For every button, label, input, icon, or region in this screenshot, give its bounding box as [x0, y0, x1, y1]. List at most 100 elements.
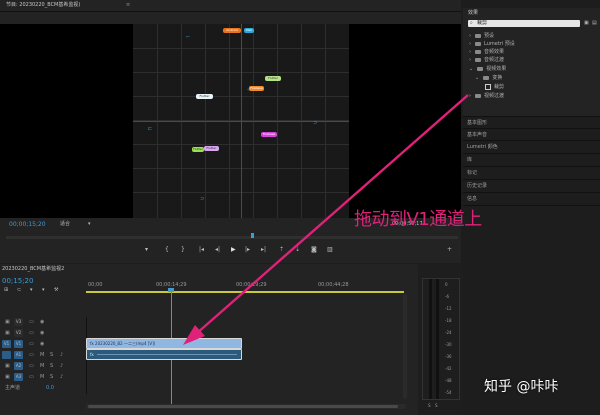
effects-item-audio-transitions[interactable]: › 音频过渡 — [469, 56, 504, 63]
step-forward-icon[interactable]: |▸ — [245, 246, 250, 253]
program-monitor-title: 节目: 20230220_BCM基希监视) — [6, 2, 81, 8]
wrench-icon[interactable]: ⚒ — [54, 287, 58, 294]
step-back-icon[interactable]: ◂| — [215, 246, 220, 253]
effects-item-audio-effects[interactable]: › 音频效果 — [469, 48, 504, 55]
timeline-vertical-scrollbar[interactable] — [403, 294, 407, 399]
meter-label: -54 — [445, 390, 452, 395]
playhead-handle[interactable] — [168, 288, 174, 292]
sync-lock-icon[interactable]: ▭ — [29, 363, 34, 370]
effects-search-input[interactable]: ⌕ 裁剪 — [468, 20, 580, 27]
panel-essential-graphics[interactable]: 基本图形 — [467, 119, 487, 126]
track-label-v3[interactable]: V3 — [14, 318, 23, 326]
work-area-bar[interactable] — [86, 291, 404, 293]
scrub-bar[interactable] — [6, 236, 458, 239]
compare-icon[interactable]: ▥ — [327, 246, 333, 253]
eye-icon[interactable]: ◉ — [40, 341, 44, 348]
panel-lumetri-color[interactable]: Lumetri 颜色 — [467, 143, 498, 150]
marker-add-icon[interactable]: ▾ — [42, 287, 45, 294]
audio-meter: 0 -6 -12 -18 -24 -30 -36 -42 -48 -54 S S — [418, 264, 463, 415]
track-label-a1[interactable]: A1 — [14, 351, 23, 359]
track-label-a3[interactable]: A3 — [14, 373, 23, 381]
nest-icon[interactable]: ⊞ — [4, 287, 8, 294]
mark-in-icon[interactable]: ▾ — [145, 246, 148, 253]
sync-lock-icon[interactable]: ▭ — [29, 319, 34, 326]
mute-button[interactable]: M — [40, 363, 44, 370]
panel-libraries[interactable]: 库 — [467, 156, 472, 163]
playhead[interactable] — [251, 233, 254, 238]
timeline-timecode[interactable]: 00;15;20 — [2, 277, 33, 285]
tag-flutter: Flutter — [265, 76, 281, 81]
effects-item-video-effects[interactable]: ⌄ 视频效果 — [469, 65, 506, 72]
program-timecode[interactable]: 00;00;15;20 — [9, 221, 46, 228]
add-button[interactable]: + — [447, 246, 452, 253]
master-value[interactable]: 0.0 — [46, 385, 54, 392]
solo-right-button[interactable]: S — [435, 402, 438, 409]
linked-selection-icon[interactable]: ▾ — [30, 287, 33, 294]
mic-icon[interactable]: ♪ — [60, 363, 63, 370]
effects-item-video-transitions[interactable]: › 视频过渡 — [469, 92, 504, 99]
track-header-master: 主声道 0.0 — [0, 383, 86, 394]
effects-panel: 效果 ⌕ 裁剪 ▣ ▤ › 预设 › Lumetri 预设 › 音频效果 › 音频过渡 … — [463, 8, 600, 116]
camera-icon[interactable]: ◙ — [311, 246, 317, 253]
ruler-tick: 00;00 — [88, 282, 103, 288]
solo-button[interactable]: S — [50, 374, 53, 381]
sync-lock-icon[interactable]: ▭ — [29, 374, 34, 381]
panel-info[interactable]: 信息 — [467, 195, 477, 202]
panel-essential-sound[interactable]: 基本声音 — [467, 131, 487, 138]
panel-markers[interactable]: 标记 — [467, 169, 477, 176]
chevron-down-icon[interactable]: ▾ — [88, 221, 91, 228]
sync-lock-icon[interactable]: ▭ — [29, 352, 34, 359]
eye-icon[interactable]: ◉ — [40, 319, 44, 326]
time-ruler[interactable]: 00;00 00;00;14;29 00;00;29;29 00;00;44;2… — [86, 280, 406, 296]
lock-icon[interactable]: ▣ — [5, 374, 10, 381]
audio-clip-label: fx — [90, 352, 94, 357]
menu-icon[interactable]: ≡ — [126, 2, 130, 9]
scrollbar-thumb[interactable] — [88, 405, 398, 408]
fit-dropdown[interactable]: 适合 — [60, 221, 70, 228]
lock-icon[interactable]: ▣ — [5, 319, 10, 326]
effects-item-lumetri-presets[interactable]: › Lumetri 预设 — [469, 40, 515, 47]
video-preview[interactable]: Android Web Flutter Firebase Flutter Fir… — [133, 24, 349, 218]
lock-icon[interactable]: ▣ — [5, 363, 10, 370]
timeline-title[interactable]: 20230220_BCM基希监视2 — [2, 266, 64, 273]
track-header-a2: ▣ A2 ▭ M S ♪ — [0, 361, 86, 372]
effects-item-crop[interactable]: 裁剪 — [485, 83, 504, 90]
program-monitor-tab[interactable]: 节目: 20230220_BCM基希监视) ≡ — [0, 0, 461, 12]
mute-button[interactable]: M — [40, 374, 44, 381]
source-patch-a1[interactable] — [2, 351, 11, 359]
track-label-v1[interactable]: V1 — [14, 340, 23, 348]
audio-clip[interactable]: fx — [86, 349, 242, 360]
go-to-out-icon[interactable]: ▸| — [261, 246, 266, 253]
sync-lock-icon[interactable]: ▭ — [29, 341, 34, 348]
effect-icon — [485, 83, 491, 90]
mark-in-bracket-icon[interactable]: { — [165, 246, 169, 253]
track-label-v2[interactable]: V2 — [14, 329, 23, 337]
delete-icon[interactable]: ▤ — [592, 20, 597, 27]
annotation-text: 拖动到V1通道上 — [354, 209, 482, 230]
lock-icon[interactable]: ▣ — [5, 330, 10, 337]
mute-button[interactable]: M — [40, 352, 44, 359]
mark-out-bracket-icon[interactable]: } — [181, 246, 185, 253]
snap-icon[interactable]: ⊂ — [17, 287, 21, 294]
play-icon[interactable]: ▶ — [231, 246, 236, 253]
sync-lock-icon[interactable]: ▭ — [29, 330, 34, 337]
mic-icon[interactable]: ♪ — [60, 352, 63, 359]
lift-icon[interactable]: ⇡ — [279, 246, 284, 253]
eye-icon[interactable]: ◉ — [40, 330, 44, 337]
mic-icon[interactable]: ♪ — [60, 374, 63, 381]
effects-item-presets[interactable]: › 预设 — [469, 32, 494, 39]
timeline-horizontal-scrollbar[interactable] — [86, 404, 406, 409]
solo-left-button[interactable]: S — [428, 402, 431, 409]
solo-button[interactable]: S — [50, 363, 53, 370]
video-clip[interactable]: fx 20230220_B2 一二三(mp4 [V]) — [86, 338, 242, 349]
effects-title: 效果 — [468, 10, 479, 16]
track-label-a2[interactable]: A2 — [14, 362, 23, 370]
solo-button[interactable]: S — [50, 352, 53, 359]
new-bin-icon[interactable]: ▣ — [584, 20, 589, 27]
extract-icon[interactable]: ⇣ — [295, 246, 300, 253]
panel-history[interactable]: 历史记录 — [467, 182, 487, 189]
effects-item-transform[interactable]: ⌄ 变换 — [475, 74, 502, 81]
go-to-in-icon[interactable]: |◂ — [199, 246, 204, 253]
meter-label: -12 — [445, 306, 452, 311]
source-patch-v1[interactable]: V1 — [2, 340, 11, 348]
